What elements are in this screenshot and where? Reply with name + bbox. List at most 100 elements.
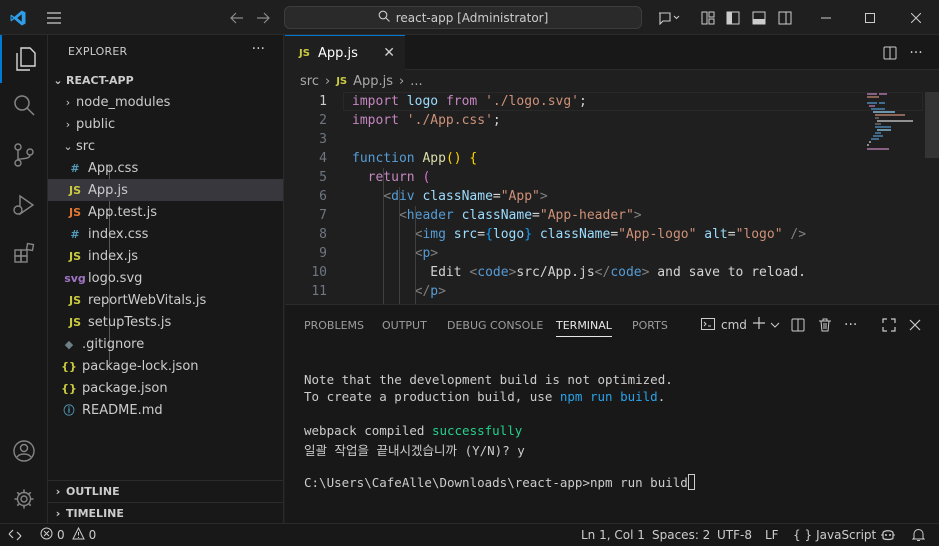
- outline-label: OUTLINE: [66, 485, 120, 498]
- chevron-down-icon: ⌄: [53, 73, 63, 87]
- tree-item-label: setupTests.js: [88, 314, 172, 330]
- split-editor-icon[interactable]: [881, 35, 899, 70]
- chevron-down-icon: [770, 318, 780, 333]
- settings-gear-icon[interactable]: [0, 475, 48, 523]
- breadcrumb-file[interactable]: App.js: [353, 74, 393, 89]
- folder-item[interactable]: › public: [48, 113, 283, 135]
- search-text: react-app [Administrator]: [395, 10, 549, 25]
- folder-item[interactable]: ⌄ src: [48, 135, 283, 157]
- tree-item-label: App.test.js: [88, 204, 158, 220]
- kill-terminal-trash-icon[interactable]: [818, 315, 832, 335]
- file-item[interactable]: JS App.js: [48, 179, 283, 201]
- line-number: 10: [311, 265, 327, 280]
- terminal-line: To create a production build, use npm ru…: [304, 389, 665, 404]
- timeline-section[interactable]: › TIMELINE: [48, 502, 283, 524]
- editor-scrollbar[interactable]: [925, 92, 939, 158]
- file-item[interactable]: # index.css: [48, 223, 283, 245]
- extensions-icon[interactable]: [0, 229, 48, 277]
- tree-item-label: public: [76, 116, 116, 132]
- explorer-title: EXPLORER: [68, 45, 128, 58]
- tree-item-label: reportWebVitals.js: [88, 292, 207, 308]
- problems-status[interactable]: 0 0: [40, 524, 96, 546]
- tab-app-js[interactable]: JS App.js ✕: [285, 35, 405, 70]
- close-panel-icon[interactable]: [909, 315, 921, 335]
- close-tab-icon[interactable]: ✕: [383, 45, 395, 61]
- tab-output[interactable]: OUTPUT: [382, 319, 427, 332]
- code-text: import logo from './logo.svg';: [352, 94, 587, 109]
- file-item[interactable]: # App.css: [48, 157, 283, 179]
- line-number: 6: [319, 189, 327, 204]
- file-item[interactable]: {} package-lock.json: [48, 355, 283, 377]
- notifications-bell-icon[interactable]: [912, 524, 925, 546]
- file-item[interactable]: JS index.js: [48, 245, 283, 267]
- terminal-name: cmd: [721, 318, 747, 332]
- folder-item[interactable]: › node_modules: [48, 91, 283, 113]
- forward-arrow-icon[interactable]: [254, 0, 272, 35]
- tree-item-label: App.js: [88, 182, 128, 198]
- indentation[interactable]: Spaces: 2: [652, 524, 710, 546]
- tab-problems[interactable]: PROBLEMS: [304, 319, 364, 332]
- tree-item-label: logo.svg: [88, 270, 143, 286]
- cursor-position[interactable]: Ln 1, Col 1: [581, 524, 645, 546]
- terminal-line: Note that the development build is not o…: [304, 372, 673, 387]
- code-editor[interactable]: 1 import logo from './logo.svg'; 2 import '…: [285, 92, 939, 304]
- line-ending[interactable]: LF: [765, 524, 779, 546]
- more-actions-icon[interactable]: ···: [252, 41, 265, 57]
- panel-more-icon[interactable]: ···: [844, 315, 857, 335]
- breadcrumb-folder[interactable]: src: [300, 74, 319, 89]
- copilot-chat-icon[interactable]: [654, 0, 684, 35]
- new-terminal-button[interactable]: [752, 315, 780, 335]
- tab-label: App.js: [317, 45, 358, 61]
- terminal-prompt-line[interactable]: C:\Users\CafeAlle\Downloads\react-app>np…: [304, 474, 695, 490]
- explorer-icon[interactable]: [0, 35, 48, 83]
- tab-ports[interactable]: PORTS: [632, 319, 668, 332]
- warning-count: 0: [88, 528, 97, 542]
- file-item[interactable]: JS App.test.js: [48, 201, 283, 223]
- toggle-panel-icon[interactable]: [751, 0, 767, 35]
- line-number: 1: [319, 94, 327, 109]
- file-item[interactable]: {} package.json: [48, 377, 283, 399]
- source-control-icon[interactable]: [0, 131, 48, 179]
- file-item[interactable]: ◆ .gitignore: [48, 333, 283, 355]
- tab-terminal[interactable]: TERMINAL: [556, 319, 612, 337]
- breadcrumb-tail[interactable]: ...: [410, 74, 422, 89]
- close-window-icon[interactable]: [904, 0, 928, 35]
- maximize-panel-icon[interactable]: [882, 315, 896, 335]
- toggle-primary-sidebar-icon[interactable]: [725, 0, 741, 35]
- tab-debug-console[interactable]: DEBUG CONSOLE: [447, 319, 543, 332]
- minimize-icon[interactable]: [814, 0, 838, 35]
- file-item[interactable]: JS reportWebVitals.js: [48, 289, 283, 311]
- line-number: 7: [319, 208, 327, 223]
- search-view-icon[interactable]: [0, 81, 48, 129]
- account-icon[interactable]: [0, 427, 48, 475]
- remote-icon[interactable]: [8, 524, 22, 546]
- run-debug-icon[interactable]: [0, 181, 48, 229]
- tree-item-label: App.css: [88, 160, 139, 176]
- split-terminal-icon[interactable]: [791, 315, 805, 335]
- back-arrow-icon[interactable]: [228, 0, 246, 35]
- workspace-root-label: REACT-APP: [66, 73, 134, 87]
- css-file-icon: #: [70, 227, 80, 241]
- customize-layout-icon[interactable]: [700, 0, 716, 35]
- command-center-search[interactable]: react-app [Administrator]: [284, 6, 642, 29]
- chevron-right-icon: ›: [65, 95, 71, 109]
- menu-icon[interactable]: [44, 0, 64, 35]
- workspace-root[interactable]: ⌄ REACT-APP: [48, 69, 283, 91]
- file-item[interactable]: JS setupTests.js: [48, 311, 283, 333]
- vscode-logo-icon: [6, 0, 30, 35]
- minimap[interactable]: [865, 92, 925, 152]
- encoding[interactable]: UTF-8: [717, 524, 752, 546]
- line-number: 11: [311, 284, 327, 299]
- code-text: <div className="App">: [383, 189, 548, 204]
- file-item[interactable]: svg logo.svg: [48, 267, 283, 289]
- editor-more-icon[interactable]: ···: [907, 35, 925, 70]
- copilot-icon[interactable]: [880, 524, 896, 546]
- toggle-secondary-sidebar-icon[interactable]: [777, 0, 793, 35]
- outline-section[interactable]: › OUTLINE: [48, 480, 283, 502]
- file-item[interactable]: ⓘ README.md: [48, 399, 283, 421]
- language-mode[interactable]: { } JavaScript: [793, 524, 876, 546]
- maximize-icon[interactable]: [858, 0, 882, 35]
- tree-item-label: README.md: [82, 402, 163, 418]
- svg-file-icon: svg: [64, 271, 86, 285]
- terminal-selector[interactable]: cmd: [701, 315, 747, 335]
